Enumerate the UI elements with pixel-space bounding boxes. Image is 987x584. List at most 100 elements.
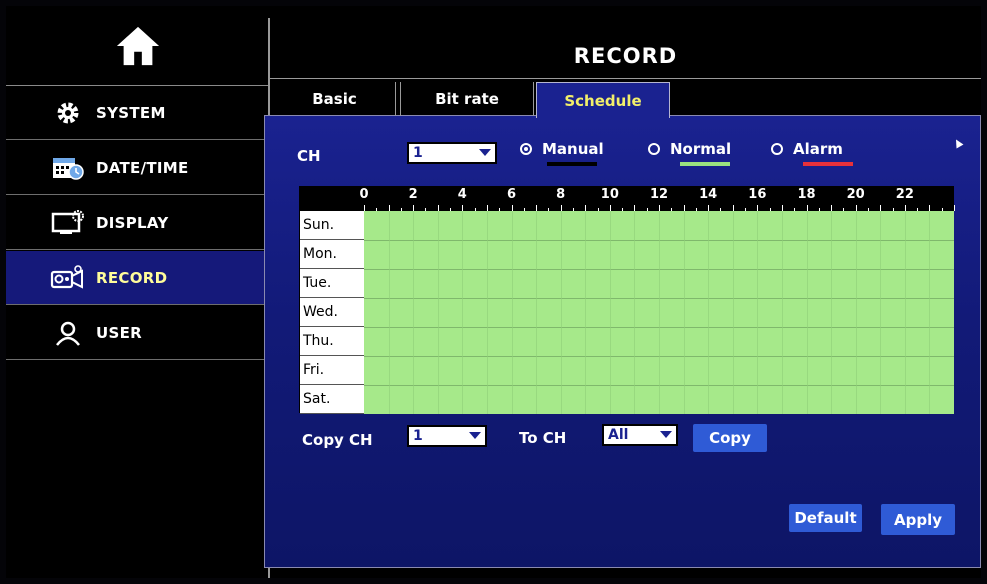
screen: SYSTEM DATE/TIME DISPLAY RECORD USER REC… (6, 6, 981, 578)
mode-normal-radio[interactable]: Normal (648, 140, 731, 158)
grid-col-line (831, 211, 833, 414)
to-ch-label: To CH (519, 429, 567, 447)
chevron-down-icon (479, 149, 491, 156)
sidebar-item-label: SYSTEM (96, 103, 166, 122)
chevron-down-icon (660, 431, 672, 438)
mode-normal-label: Normal (670, 140, 732, 158)
copy-ch-value: 1 (413, 428, 423, 444)
hour-ruler: 0 2 4 6 8 10 12 14 16 18 20 22 (300, 187, 955, 211)
monitor-icon (50, 209, 86, 237)
chevron-down-icon (469, 432, 481, 439)
radio-selected-icon (520, 143, 532, 155)
radio-icon (771, 143, 783, 155)
hour-label: 18 (797, 187, 816, 202)
grid-col-line (929, 211, 931, 414)
grid-col-line (462, 211, 464, 414)
grid-col-line (732, 211, 734, 414)
grid-col-line (708, 211, 710, 414)
normal-legend-bar (680, 162, 730, 166)
grid-col-line (585, 211, 587, 414)
sidebar-item-system[interactable]: SYSTEM (6, 86, 270, 140)
copy-ch-label: Copy CH (302, 431, 373, 449)
schedule-cells[interactable] (364, 211, 954, 414)
grid-col-line (880, 211, 882, 414)
grid-col-line (511, 211, 513, 414)
grid-col-line (904, 211, 906, 414)
hour-label: 20 (846, 187, 865, 202)
grid-col-line (536, 211, 538, 414)
copy-button[interactable]: Copy (693, 424, 767, 452)
day-label: Fri. (300, 356, 364, 385)
day-label: Mon. (300, 240, 364, 269)
hour-label: 4 (457, 187, 467, 202)
grid-col-line (437, 211, 439, 414)
hour-label: 16 (748, 187, 767, 202)
hour-label: 14 (699, 187, 718, 202)
home-button[interactable] (6, 6, 270, 86)
ch-select-value: 1 (413, 145, 423, 161)
home-icon (116, 26, 160, 65)
grid-col-line (560, 211, 562, 414)
ch-label: CH (297, 147, 321, 165)
hour-label: 2 (408, 187, 418, 202)
grid-col-line (609, 211, 611, 414)
user-icon (50, 319, 86, 347)
manual-legend-bar (547, 162, 597, 166)
day-label: Sun. (300, 211, 364, 240)
sidebar-item-label: RECORD (96, 268, 168, 287)
hour-label: 8 (556, 187, 566, 202)
grid-col-line (634, 211, 636, 414)
sidebar-item-user[interactable]: USER (6, 306, 270, 360)
sidebar: SYSTEM DATE/TIME DISPLAY RECORD USER (6, 6, 270, 578)
grid-col-line (781, 211, 783, 414)
default-button[interactable]: Default (789, 504, 862, 532)
apply-button[interactable]: Apply (881, 504, 955, 535)
grid-col-line (388, 211, 390, 414)
hour-label: 12 (649, 187, 669, 202)
to-ch-value: All (608, 427, 629, 443)
day-label: Sat. (300, 385, 364, 414)
calendar-icon (50, 154, 86, 182)
copy-ch-select[interactable]: 1 (407, 425, 487, 447)
sidebar-item-display[interactable]: DISPLAY (6, 196, 270, 250)
sidebar-item-record[interactable]: RECORD (6, 251, 270, 305)
grid-col-line (683, 211, 685, 414)
day-label: Tue. (300, 269, 364, 298)
day-column: Sun. Mon. Tue. Wed. Thu. Fri. Sat. (300, 211, 364, 414)
sidebar-item-datetime[interactable]: DATE/TIME (6, 141, 270, 195)
to-ch-select[interactable]: All (602, 424, 678, 446)
tab-label: Bit rate (435, 90, 499, 108)
mode-manual-label: Manual (542, 140, 604, 158)
mode-manual-radio[interactable]: Manual (520, 140, 604, 158)
day-label: Wed. (300, 298, 364, 327)
grid-col-line (413, 211, 415, 414)
hour-label: 6 (506, 187, 517, 202)
ruler-tick (954, 205, 955, 211)
sidebar-item-label: DISPLAY (96, 213, 169, 232)
day-label: Thu. (300, 327, 364, 356)
tab-bit-rate[interactable]: Bit rate (400, 82, 534, 116)
mode-alarm-radio[interactable]: Alarm (771, 140, 843, 158)
grid-col-line (757, 211, 759, 414)
grid-col-line (659, 211, 660, 414)
tab-label: Schedule (564, 91, 642, 110)
hour-label: 10 (600, 187, 619, 202)
sidebar-item-label: DATE/TIME (96, 158, 189, 177)
tab-basic[interactable]: Basic (274, 82, 396, 116)
schedule-grid[interactable]: 0 2 4 6 8 10 12 14 16 18 20 22 Sun. Mon. Tue. Wed. Thu.… (299, 186, 955, 414)
grid-col-line (855, 211, 857, 414)
hour-label: 22 (895, 187, 914, 202)
tab-label: Basic (312, 90, 357, 108)
gear-icon (50, 99, 86, 127)
alarm-legend-bar (803, 162, 853, 166)
radio-icon (648, 143, 660, 155)
sidebar-item-label: USER (96, 323, 142, 342)
camera-icon (50, 264, 86, 292)
grid-col-line (486, 211, 488, 414)
title-divider (270, 78, 981, 79)
page-title: RECORD (573, 44, 678, 68)
ch-select[interactable]: 1 (407, 142, 497, 164)
tab-schedule[interactable]: Schedule (536, 82, 670, 118)
grid-col-line (806, 211, 808, 414)
hour-label: 0 (359, 187, 369, 202)
